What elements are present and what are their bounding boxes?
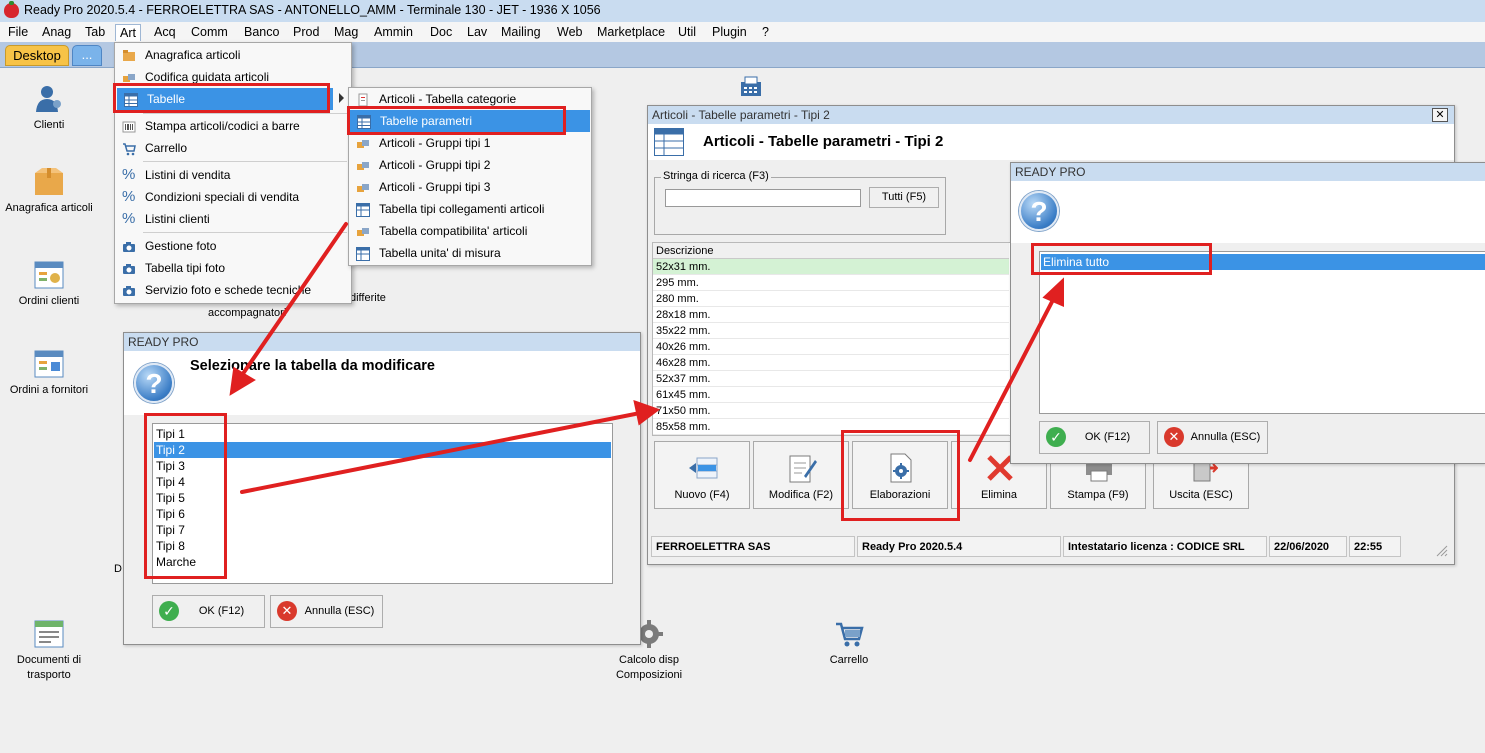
annotation-arrows bbox=[229, 222, 1064, 494]
annotation-arrow bbox=[238, 222, 348, 380]
arrow-head bbox=[1042, 277, 1064, 308]
arrow-head bbox=[633, 399, 661, 426]
annotation-arrow bbox=[240, 411, 642, 494]
annotation-arrow bbox=[968, 294, 1057, 462]
arrow-head bbox=[229, 366, 256, 396]
